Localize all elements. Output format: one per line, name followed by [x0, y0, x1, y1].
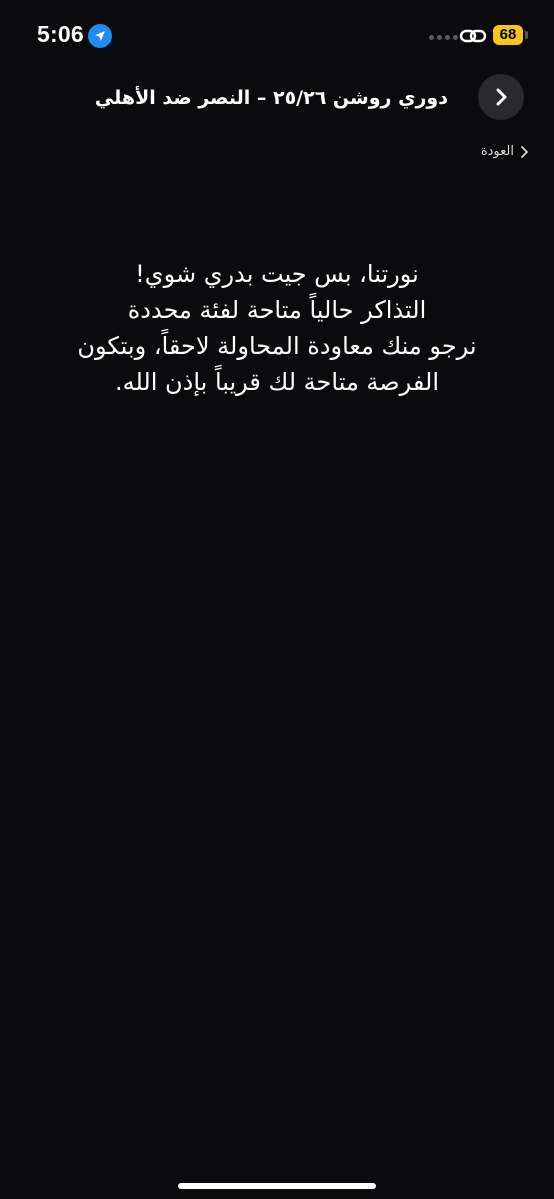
location-arrow-icon	[88, 24, 112, 48]
signal-dots-icon	[429, 35, 458, 40]
back-label: العودة	[480, 144, 514, 159]
screen: 5:06 68 دوري روشن ٢٥/٢٦ – النصر ضد الأهل…	[0, 0, 554, 1199]
message-line: نورتنا، بس جيت بدري شوي!	[135, 260, 419, 288]
message-line: نرجو منك معاودة المحاولة لاحقاً، وبتكون	[77, 332, 477, 360]
chevron-right-icon	[496, 88, 507, 106]
message-text: نورتنا، بس جيت بدري شوي! التذاكر حالياً …	[20, 256, 534, 400]
message-line: الفرصة متاحة لك قريباً بإذن الله.	[114, 368, 440, 396]
back-link[interactable]: العودة	[481, 144, 530, 159]
forward-button[interactable]	[478, 74, 524, 120]
battery-icon: 68	[493, 25, 523, 45]
page-title: دوري روشن ٢٥/٢٦ – النصر ضد الأهلي	[94, 87, 448, 109]
status-bar: 5:06 68	[0, 0, 554, 70]
message-line: التذاكر حالياً متاحة لفئة محددة	[127, 296, 427, 324]
home-indicator[interactable]	[178, 1183, 376, 1189]
battery-cap	[525, 31, 528, 39]
link-icon	[459, 29, 487, 43]
status-time: 5:06	[37, 21, 84, 47]
chevron-left-icon	[521, 145, 528, 158]
